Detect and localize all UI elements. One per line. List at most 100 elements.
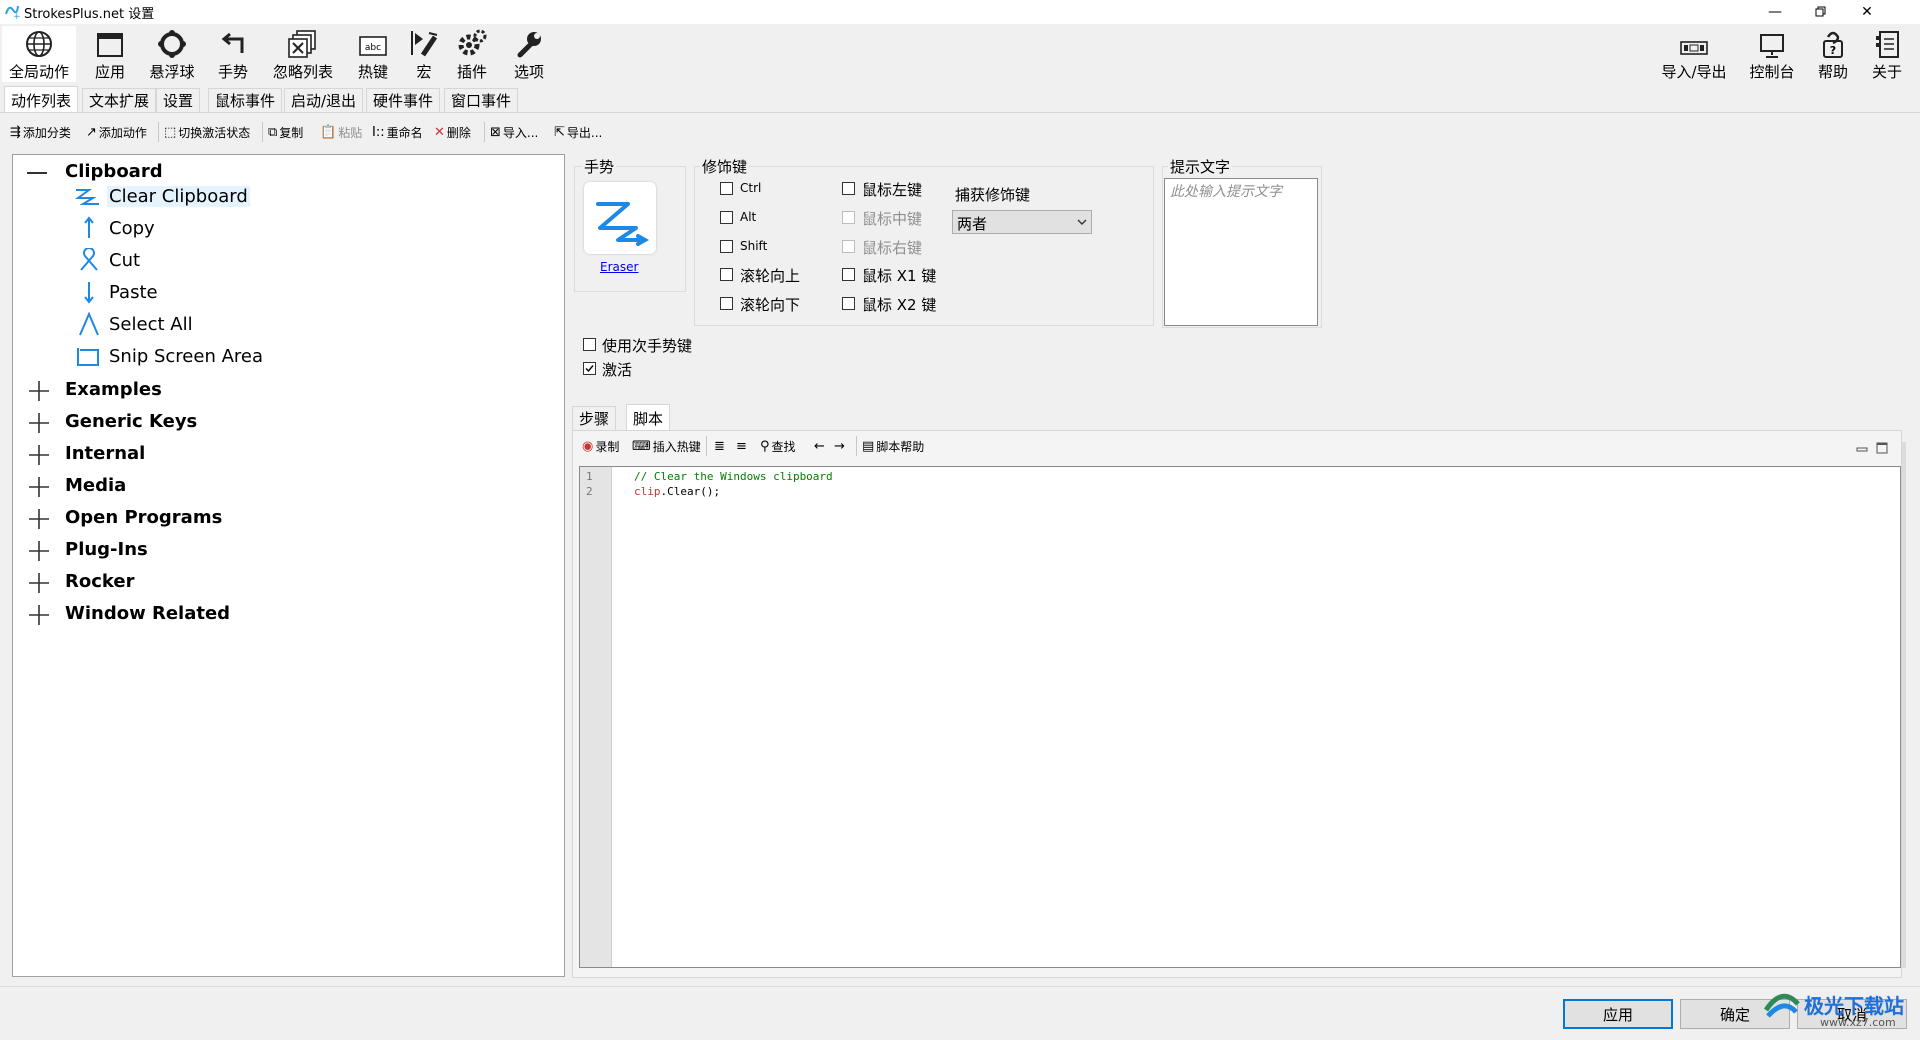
toolbar-help[interactable]: ? 帮助 (1810, 26, 1856, 82)
watermark-text: 极光下载站 (1804, 994, 1904, 1018)
delete-button[interactable]: ✕ 删除 (434, 122, 471, 142)
toolbar-label: 热键 (357, 63, 388, 81)
gesture-name-link[interactable]: Eraser (600, 260, 638, 274)
editor-scrollbar[interactable] (1902, 442, 1906, 968)
tab-mouse-events[interactable]: 鼠标事件 (208, 88, 283, 112)
gesture-icon (221, 32, 244, 53)
collapse-icon[interactable] (27, 172, 47, 174)
tab-startup-exit[interactable]: 启动/退出 (284, 88, 364, 112)
outdent-icon: ≡ (736, 438, 747, 454)
tab-hardware-events[interactable]: 硬件事件 (366, 88, 441, 112)
tab-action-list[interactable]: 动作列表 (4, 86, 79, 113)
gesture-preview[interactable] (584, 182, 656, 254)
close-button[interactable]: ✕ (1844, 0, 1890, 24)
tree-item-paste[interactable]: Paste (84, 282, 158, 304)
tab-label: 启动/退出 (291, 92, 357, 110)
toolbar-ignore-list[interactable]: 忽略列表 (266, 26, 340, 82)
modifiers-label: 修饰键 (700, 156, 750, 177)
console-icon (1760, 34, 1784, 58)
toolbar-label: 选项 (513, 63, 544, 81)
button-label: 确定 (1719, 1005, 1750, 1024)
tab-script[interactable]: 脚本 (626, 404, 671, 431)
window-title: StrokesPlus.net 设置 (24, 7, 155, 22)
forward-button[interactable]: → (834, 436, 847, 456)
globe-icon (26, 31, 52, 57)
code-token: clip (634, 485, 661, 498)
export-button[interactable]: ⇱ 导出... (554, 122, 602, 142)
footer-divider (0, 986, 1920, 987)
paste-button[interactable]: 📋 粘贴 (320, 122, 362, 142)
toolbar-global-actions[interactable]: 全局动作 (2, 26, 76, 82)
toolbar-about[interactable]: 关于 (1864, 26, 1910, 82)
minimize-button[interactable]: — (1752, 0, 1798, 24)
tab-label: 文本扩展 (89, 92, 150, 110)
plugin-icon (458, 29, 487, 56)
maximize-panel-button[interactable] (1876, 440, 1888, 454)
toolbar-options[interactable]: 选项 (506, 26, 552, 82)
tree-item-label: Snip Screen Area (109, 346, 264, 367)
record-button[interactable]: ◉ 录制 (582, 436, 619, 456)
import-button[interactable]: ⊠ 导入... (490, 122, 538, 142)
expand-icon (29, 477, 49, 497)
toolbar-label: 全局动作 (8, 63, 69, 81)
outdent-button[interactable]: ≡ (736, 436, 749, 456)
script-editor[interactable]: 1 2 // Clear the Windows clipboard clip.… (579, 466, 1901, 968)
copy-button[interactable]: ⧉ 复制 (268, 122, 303, 142)
tab-steps[interactable]: 步骤 (572, 406, 617, 430)
category-label: Rocker (65, 571, 135, 592)
toolbar-console[interactable]: 控制台 (1744, 26, 1800, 82)
button-label: 导出... (566, 125, 603, 140)
toolbar-separator (706, 436, 707, 456)
tree-item-copy[interactable]: Copy (84, 216, 155, 239)
title-bar: + StrokesPlus.net 设置 — ✕ (0, 0, 1920, 24)
toolbar-gestures[interactable]: 手势 (210, 26, 256, 82)
toolbar-macros[interactable]: 宏 (406, 26, 442, 82)
minimize-panel-button[interactable] (1856, 440, 1868, 452)
add-category-button[interactable]: ⇶ 添加分类 (10, 122, 71, 142)
restore-button[interactable] (1798, 0, 1844, 24)
add-action-button[interactable]: ↗ 添加动作 (86, 122, 147, 142)
action-tree[interactable]: Clipboard Clear Clipboard Copy Cut Paste… (12, 154, 565, 977)
minimize-panel-icon (1856, 447, 1868, 452)
insert-hotkey-button[interactable]: ⌨ 插入热键 (632, 436, 701, 456)
tab-text-expansion[interactable]: 文本扩展 (82, 88, 157, 112)
ring-icon (158, 30, 186, 58)
toggle-active-button[interactable]: ⬚ 切换激活状态 (164, 122, 250, 142)
button-label: 插入热键 (652, 439, 701, 454)
checkbox-box (720, 297, 733, 310)
indent-button[interactable]: ≣ (714, 436, 727, 456)
hint-textarea[interactable]: 此处输入提示文字 (1164, 178, 1318, 326)
arrow-down-icon (84, 282, 94, 304)
macro-icon (411, 31, 438, 57)
hotkey-icon: abc (359, 36, 387, 56)
apply-button[interactable]: 应用 (1563, 999, 1673, 1029)
toolbar-apps[interactable]: 应用 (86, 26, 134, 82)
tree-item-snip-screen[interactable]: Snip Screen Area (77, 346, 264, 367)
paste-icon: 📋 (320, 124, 337, 140)
tree-item-label: Clear Clipboard (109, 186, 248, 207)
tree-category-clipboard[interactable]: Clipboard (65, 161, 163, 182)
toolbar-plugins[interactable]: 插件 (452, 26, 492, 82)
toolbar-import-export[interactable]: 导入/导出 (1656, 26, 1732, 82)
checkmark-icon (585, 365, 594, 373)
tree-item-cut[interactable]: Cut (80, 248, 140, 271)
toolbar-label: 关于 (1871, 63, 1902, 81)
back-button[interactable]: ← (814, 436, 827, 456)
find-button[interactable]: ⚲ 查找 (760, 436, 796, 456)
tab-window-events[interactable]: 窗口事件 (444, 88, 519, 112)
toolbar-label: 宏 (416, 63, 432, 81)
toolbar-float-ball[interactable]: 悬浮球 (144, 26, 200, 82)
add-category-icon: ⇶ (10, 124, 21, 140)
tree-item-select-all[interactable]: Select All (79, 312, 193, 336)
script-help-button[interactable]: ▤ 脚本帮助 (862, 436, 924, 456)
wrench-icon (517, 32, 541, 58)
watermark-url: www.xz7.com (1820, 1016, 1896, 1029)
indent-icon: ≣ (714, 438, 725, 454)
capture-modifiers-select[interactable]: 两者 (952, 210, 1092, 234)
tab-settings[interactable]: 设置 (156, 88, 201, 112)
tree-item-clear-clipboard[interactable]: Clear Clipboard (74, 186, 250, 207)
import-icon: ⊠ (490, 124, 501, 140)
toolbar-hotkeys[interactable]: abc 热键 (350, 26, 396, 82)
rename-button[interactable]: I:: 重命名 (372, 122, 423, 142)
button-label: 脚本帮助 (876, 439, 925, 454)
